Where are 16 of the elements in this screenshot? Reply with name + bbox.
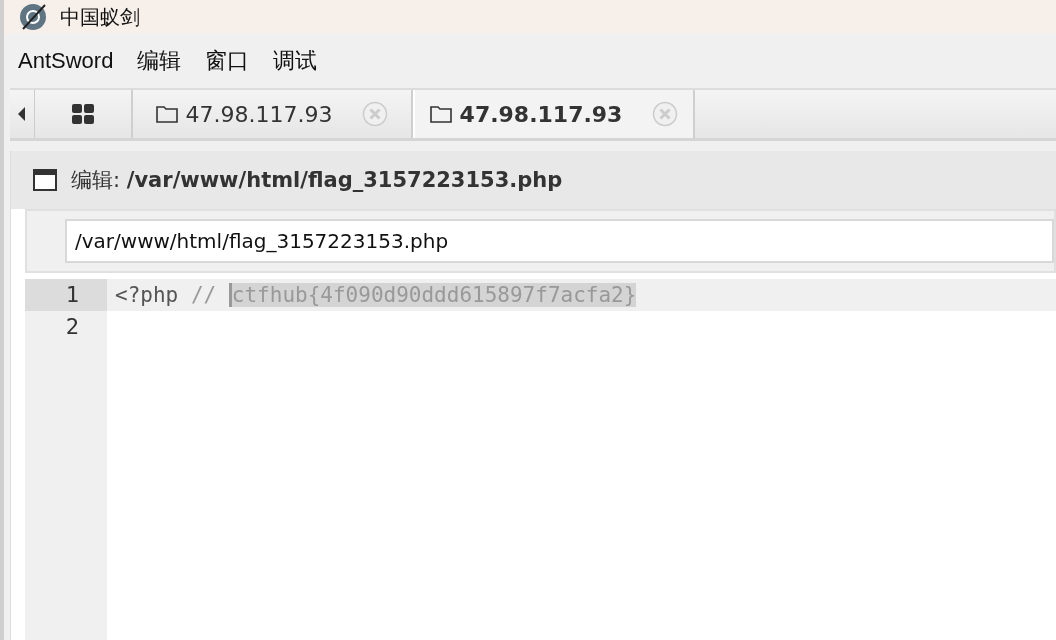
window-title: 中国蚁剑 <box>60 3 140 31</box>
editor-title: 编辑: /var/www/html/flag_3157223153.php <box>71 167 563 194</box>
menu-item[interactable]: AntSword <box>18 48 114 74</box>
app-logo-icon <box>18 2 48 32</box>
window-icon <box>33 169 57 191</box>
line-number: 2 <box>64 313 80 341</box>
path-field[interactable]: /var/www/html/flag_3157223153.php <box>65 219 1054 263</box>
menu-item[interactable]: 编辑 <box>137 46 182 76</box>
scroll-left-icon[interactable] <box>18 107 26 121</box>
folder-icon <box>429 105 452 123</box>
menu-item[interactable]: 窗口 <box>205 46 250 76</box>
grid-icon <box>72 104 94 124</box>
menu-item[interactable]: 调试 <box>273 46 318 76</box>
folder-icon <box>155 105 178 123</box>
host-tab[interactable]: 47.98.117.93 <box>413 90 695 138</box>
line-number: 1 <box>25 279 107 311</box>
